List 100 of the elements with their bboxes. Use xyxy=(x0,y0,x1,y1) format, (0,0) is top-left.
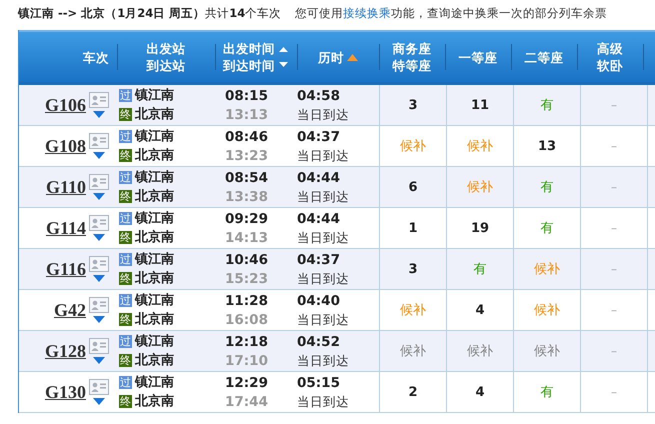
seat-availability[interactable]: 候补 xyxy=(467,137,493,155)
station-badge: 终 xyxy=(119,231,132,244)
train-number-link[interactable]: G114 xyxy=(46,218,86,238)
duration: 04:44 xyxy=(297,210,340,228)
departure-time: 12:29 xyxy=(225,374,268,392)
seat-availability[interactable]: – xyxy=(611,139,617,153)
departure-time: 12:18 xyxy=(225,332,268,350)
departure-time: 08:46 xyxy=(225,128,268,146)
seat-availability[interactable]: 候补 xyxy=(534,260,560,278)
column-header[interactable]: 出发时间 到达时间 xyxy=(223,40,275,74)
seat-availability[interactable]: 6 xyxy=(408,180,418,194)
transfer-link[interactable]: 接续换乘 xyxy=(343,6,392,20)
seat-availability[interactable]: 3 xyxy=(408,98,418,112)
arrival-day: 当日到达 xyxy=(297,270,349,288)
train-row[interactable]: G110 过 镇江南 终 北京南 08:54 13:38 04:44 当日到达 6 候补 有 – xyxy=(19,167,655,208)
departure-station: 镇江南 xyxy=(135,210,174,228)
caret-down-icon[interactable] xyxy=(93,357,105,364)
departure-station: 镇江南 xyxy=(135,168,174,186)
arrival-time: 17:44 xyxy=(225,392,268,410)
seat-availability[interactable]: 3 xyxy=(408,262,418,276)
train-row[interactable]: G106 过 镇江南 终 北京南 08:15 13:13 04:58 当日到达 3 11 有 – xyxy=(19,85,655,126)
arrival-time: 14:13 xyxy=(225,228,268,246)
station-badge: 终 xyxy=(119,313,132,326)
caret-down-icon[interactable] xyxy=(93,111,105,118)
seat-availability[interactable]: 1 xyxy=(408,220,418,236)
train-row[interactable]: G108 过 镇江南 终 北京南 08:46 13:23 04:37 当日到达 候补 候补 13 – xyxy=(19,126,655,167)
duration: 04:40 xyxy=(297,292,340,310)
arrival-time: 17:10 xyxy=(225,352,268,370)
train-number-link[interactable]: G108 xyxy=(44,136,86,156)
column-header[interactable]: 高级 软卧 xyxy=(597,40,623,74)
caret-down-icon[interactable] xyxy=(93,152,105,159)
caret-down-icon[interactable] xyxy=(93,275,105,282)
seat-availability[interactable]: 19 xyxy=(470,220,490,236)
seat-availability[interactable]: 有 xyxy=(540,219,554,237)
seat-availability[interactable]: 候补 xyxy=(467,342,493,360)
station-badge: 终 xyxy=(119,354,132,367)
column-header[interactable]: 历时 xyxy=(318,48,344,66)
arrival-day: 当日到达 xyxy=(297,352,349,370)
seat-availability[interactable]: 候补 xyxy=(467,178,493,196)
arrival-day: 当日到达 xyxy=(297,188,349,206)
departure-station: 镇江南 xyxy=(135,250,174,268)
seat-availability[interactable]: – xyxy=(611,303,617,317)
arrival-station: 北京南 xyxy=(135,228,174,246)
train-number-link[interactable]: G42 xyxy=(54,300,86,320)
seat-availability[interactable]: 4 xyxy=(475,302,485,318)
duration: 04:37 xyxy=(297,250,340,268)
arrival-time: 13:38 xyxy=(225,188,268,206)
station-badge: 过 xyxy=(119,335,132,348)
departure-time: 08:54 xyxy=(225,168,268,186)
column-header[interactable]: 二等座 xyxy=(524,48,564,66)
seat-availability[interactable]: 候补 xyxy=(534,342,560,360)
caret-down-icon[interactable] xyxy=(93,234,105,241)
seat-availability[interactable]: 2 xyxy=(408,384,418,400)
arrival-station: 北京南 xyxy=(135,310,174,328)
train-number-link[interactable]: G116 xyxy=(46,258,86,280)
column-header[interactable]: 车次 xyxy=(83,48,109,66)
seat-availability[interactable]: 候补 xyxy=(400,301,426,319)
column-header[interactable]: 出发站 到达站 xyxy=(146,40,186,74)
station-badge: 过 xyxy=(119,212,132,225)
seat-availability[interactable]: 候补 xyxy=(534,301,560,319)
seat-availability[interactable]: 4 xyxy=(475,384,485,400)
seat-availability[interactable]: 有 xyxy=(540,96,554,114)
column-header[interactable]: 商务座 特等座 xyxy=(392,40,432,74)
train-row[interactable]: G114 过 镇江南 终 北京南 09:29 14:13 04:44 当日到达 1 19 有 – xyxy=(19,208,655,249)
caret-down-icon[interactable] xyxy=(93,398,105,405)
arrival-day: 当日到达 xyxy=(297,392,349,410)
duration: 04:58 xyxy=(297,86,340,104)
arrival-station: 北京南 xyxy=(135,392,174,410)
seat-availability[interactable]: 有 xyxy=(540,178,554,196)
column-header[interactable]: 一等座 xyxy=(458,48,498,66)
station-badge: 过 xyxy=(119,376,132,389)
station-badge: 终 xyxy=(119,108,132,121)
train-row[interactable]: G130 过 镇江南 终 北京南 12:29 17:44 05:15 当日到达 2 4 有 – xyxy=(19,372,655,413)
train-number-link[interactable]: G128 xyxy=(44,340,86,362)
train-number-link[interactable]: G110 xyxy=(46,176,86,198)
transfer-notice: 您可使用接续换乘功能，查询途中换乘一次的部分列车余票 xyxy=(295,6,608,20)
train-number-link[interactable]: G106 xyxy=(44,94,86,116)
train-row[interactable]: G42 过 镇江南 终 北京南 11:28 16:08 04:40 当日到达 候补 4 候补 – xyxy=(19,290,655,331)
station-badge: 终 xyxy=(119,190,132,203)
station-badge: 终 xyxy=(119,272,132,285)
seat-availability[interactable]: 有 xyxy=(540,383,554,401)
seat-availability[interactable]: 有 xyxy=(474,260,486,278)
seat-availability[interactable]: 13 xyxy=(538,138,556,154)
departure-time: 08:15 xyxy=(225,86,268,104)
train-row[interactable]: G116 过 镇江南 终 北京南 10:46 15:23 04:37 当日到达 3 有 候补 – xyxy=(19,249,655,290)
train-number-link[interactable]: G130 xyxy=(44,382,86,402)
train-row[interactable]: G128 过 镇江南 终 北京南 12:18 17:10 04:52 当日到达 候补 候补 候补 – xyxy=(19,331,655,372)
duration: 04:52 xyxy=(297,332,340,350)
seat-availability[interactable]: – xyxy=(611,221,617,235)
sort-arrows-icon[interactable] xyxy=(278,45,289,69)
station-badge: 过 xyxy=(119,171,132,184)
departure-time: 11:28 xyxy=(225,292,268,310)
caret-down-icon[interactable] xyxy=(93,193,105,200)
caret-down-icon[interactable] xyxy=(93,316,105,323)
arrival-day: 当日到达 xyxy=(297,310,349,328)
seat-availability[interactable]: – xyxy=(611,385,617,399)
seat-availability[interactable]: 11 xyxy=(470,98,490,112)
arrival-day: 当日到达 xyxy=(297,146,349,164)
seat-availability[interactable]: 候补 xyxy=(400,342,426,360)
seat-availability[interactable]: 候补 xyxy=(400,137,426,155)
